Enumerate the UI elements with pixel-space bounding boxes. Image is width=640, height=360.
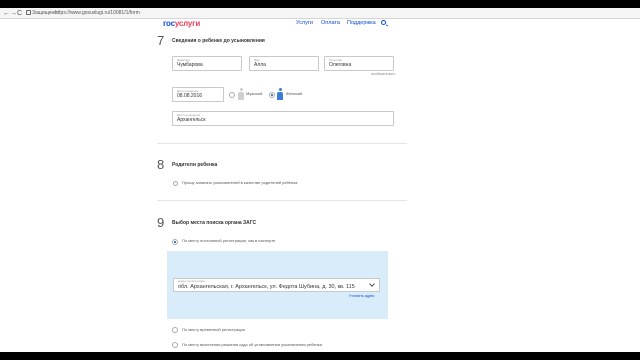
forward-icon[interactable]: → — [10, 9, 17, 18]
nav-support[interactable]: Поддержка — [347, 20, 376, 26]
court-decision-label: По месту вынесения решения суда об устан… — [182, 342, 322, 347]
step-number-8: 8 — [157, 157, 165, 172]
temporary-registration-label: По месту временной регистрации — [182, 327, 245, 332]
page: госуслуги Услуги Оплата Поддержка 7 Свед… — [0, 19, 640, 352]
patronymic-field[interactable]: Отчество Олеговна — [324, 56, 394, 71]
gender-female-radio[interactable] — [269, 92, 275, 98]
surname-field[interactable]: Фамилия Чумбарова — [172, 56, 242, 71]
search-icon[interactable] — [381, 20, 386, 25]
gender-male-radio[interactable] — [229, 92, 235, 98]
birthdate-field[interactable]: Дата рождения 08.08.2016 — [172, 87, 224, 102]
male-icon — [238, 88, 244, 100]
gender-male-label: Мужской — [246, 91, 263, 96]
birthplace-field[interactable]: Место рождения Архангельск — [172, 111, 394, 126]
address-select[interactable]: Адрес регистрации обл. Архангельская, г.… — [173, 278, 380, 292]
permanent-registration-radio[interactable] — [172, 239, 178, 245]
record-parents-label: Прошу записать усыновителей в качестве р… — [182, 180, 298, 185]
gender-female-label: Женский — [286, 91, 303, 96]
female-icon — [277, 88, 283, 100]
section-divider — [157, 143, 407, 144]
site-logo[interactable]: госуслуги — [163, 19, 200, 28]
section-title-registry: Выбор места поиска органа ЗАГС — [172, 220, 257, 226]
chevron-down-icon[interactable] — [369, 281, 375, 287]
back-icon[interactable]: ← — [3, 9, 10, 18]
browser-toolbar: ← → C Защищено https://www.gosuslugi.ru/… — [0, 8, 640, 19]
name-field[interactable]: Имя Алла — [249, 56, 319, 71]
record-parents-checkbox[interactable] — [173, 181, 178, 186]
temporary-registration-radio[interactable] — [172, 327, 178, 333]
section-title-child: Сведения о ребенке до усыновления — [172, 38, 265, 44]
lock-icon — [26, 10, 31, 15]
section-divider — [157, 200, 407, 201]
patronymic-optional-hint: необязательно — [371, 72, 396, 76]
reload-icon[interactable]: C — [17, 9, 22, 18]
nav-services[interactable]: Услуги — [296, 20, 313, 26]
step-number-9: 9 — [157, 215, 165, 230]
permanent-registration-label: По месту постоянной регистрации, как в п… — [182, 238, 276, 243]
nav-payment[interactable]: Оплата — [321, 20, 340, 26]
clarify-address-link[interactable]: Уточнить адрес — [349, 294, 374, 298]
address-bar[interactable]: https://www.gosuslugi.ru/10081/1/form — [55, 9, 140, 17]
secure-label: Защищено — [32, 10, 58, 16]
court-decision-radio[interactable] — [172, 342, 178, 348]
section-title-parents: Родители ребенка — [172, 162, 218, 168]
screen: ← → C Защищено https://www.gosuslugi.ru/… — [0, 0, 640, 360]
step-number-7: 7 — [157, 33, 165, 48]
site-header: госуслуги Услуги Оплата Поддержка — [0, 19, 640, 33]
